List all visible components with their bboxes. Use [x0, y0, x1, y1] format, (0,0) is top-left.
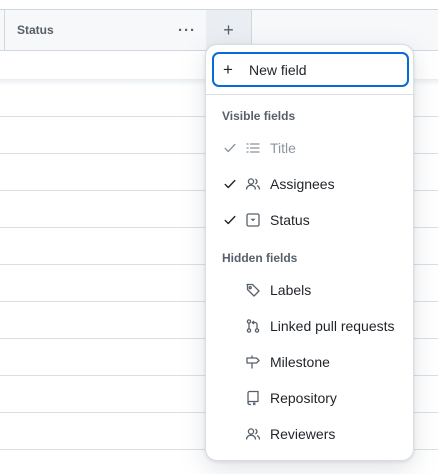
people-icon	[244, 176, 262, 192]
menu-item-label: Labels	[270, 282, 312, 298]
menu-item-label: Title	[270, 140, 296, 156]
column-title: Status	[17, 23, 54, 37]
hidden-fields-heading: Hidden fields	[222, 251, 298, 265]
menu-item-status[interactable]: Status	[212, 205, 409, 235]
menu-item-label: Repository	[270, 390, 337, 406]
menu-item-repository[interactable]: Repository	[212, 383, 409, 413]
people-icon	[244, 426, 262, 442]
menu-item-assignees[interactable]: Assignees	[212, 169, 409, 199]
check-icon	[221, 177, 239, 191]
check-icon	[221, 213, 239, 227]
visible-fields-heading: Visible fields	[222, 109, 296, 123]
menu-item-label: Status	[270, 212, 310, 228]
menu-divider	[206, 94, 413, 95]
new-field-label: New field	[249, 61, 307, 78]
list-icon	[244, 140, 262, 156]
single-select-icon	[244, 212, 262, 228]
menu-item-label: Reviewers	[270, 426, 336, 442]
plus-icon: +	[223, 20, 234, 40]
repo-icon	[244, 390, 262, 406]
column-header-status[interactable]: Status ···	[4, 10, 209, 50]
menu-item-label: Assignees	[270, 176, 335, 192]
kebab-horizontal-icon[interactable]: ···	[178, 23, 196, 38]
menu-item-reviewers[interactable]: Reviewers	[212, 419, 409, 449]
git-pull-request-icon	[244, 318, 262, 334]
menu-item-label: Linked pull requests	[270, 318, 395, 334]
plus-icon: +	[223, 60, 233, 79]
menu-item-title[interactable]: Title	[212, 133, 409, 163]
menu-item-labels[interactable]: Labels	[212, 275, 409, 305]
check-icon	[221, 141, 239, 155]
new-field-button[interactable]: + New field	[212, 52, 409, 87]
milestone-icon	[244, 354, 262, 370]
menu-item-label: Milestone	[270, 354, 330, 370]
tag-icon	[244, 282, 262, 298]
field-menu: + New field Visible fields Title Assigne…	[205, 44, 414, 461]
project-table-view: Status ··· + + New field Visible fields	[0, 0, 438, 474]
menu-item-linked-pull-requests[interactable]: Linked pull requests	[212, 311, 409, 341]
menu-item-milestone[interactable]: Milestone	[212, 347, 409, 377]
